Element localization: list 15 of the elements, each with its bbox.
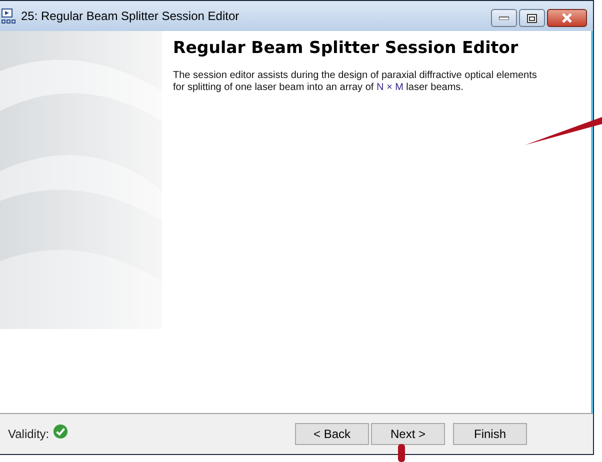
wizard-button[interactable]: Finish <box>453 423 527 445</box>
close-button[interactable] <box>547 9 587 27</box>
page-heading: Regular Beam Splitter Session Editor <box>173 38 520 57</box>
wizard-button[interactable]: Next > <box>371 423 445 445</box>
maximize-icon <box>527 14 537 22</box>
validity-label: Validity: <box>8 427 50 441</box>
window-title: 25: Regular Beam Splitter Session Editor <box>21 9 240 23</box>
minimize-icon <box>499 16 509 20</box>
close-icon <box>561 13 573 23</box>
maximize-button[interactable] <box>519 9 545 27</box>
annotation-bar <box>398 444 405 462</box>
minimize-button[interactable] <box>491 9 517 27</box>
wizard-button[interactable]: < Back <box>295 423 369 445</box>
app-icon <box>1 8 17 24</box>
description-text: The session editor assists during the design of paraxial diffractive optical elements for splitting of one laser beam into an array of N × M laser beams. <box>173 70 538 94</box>
